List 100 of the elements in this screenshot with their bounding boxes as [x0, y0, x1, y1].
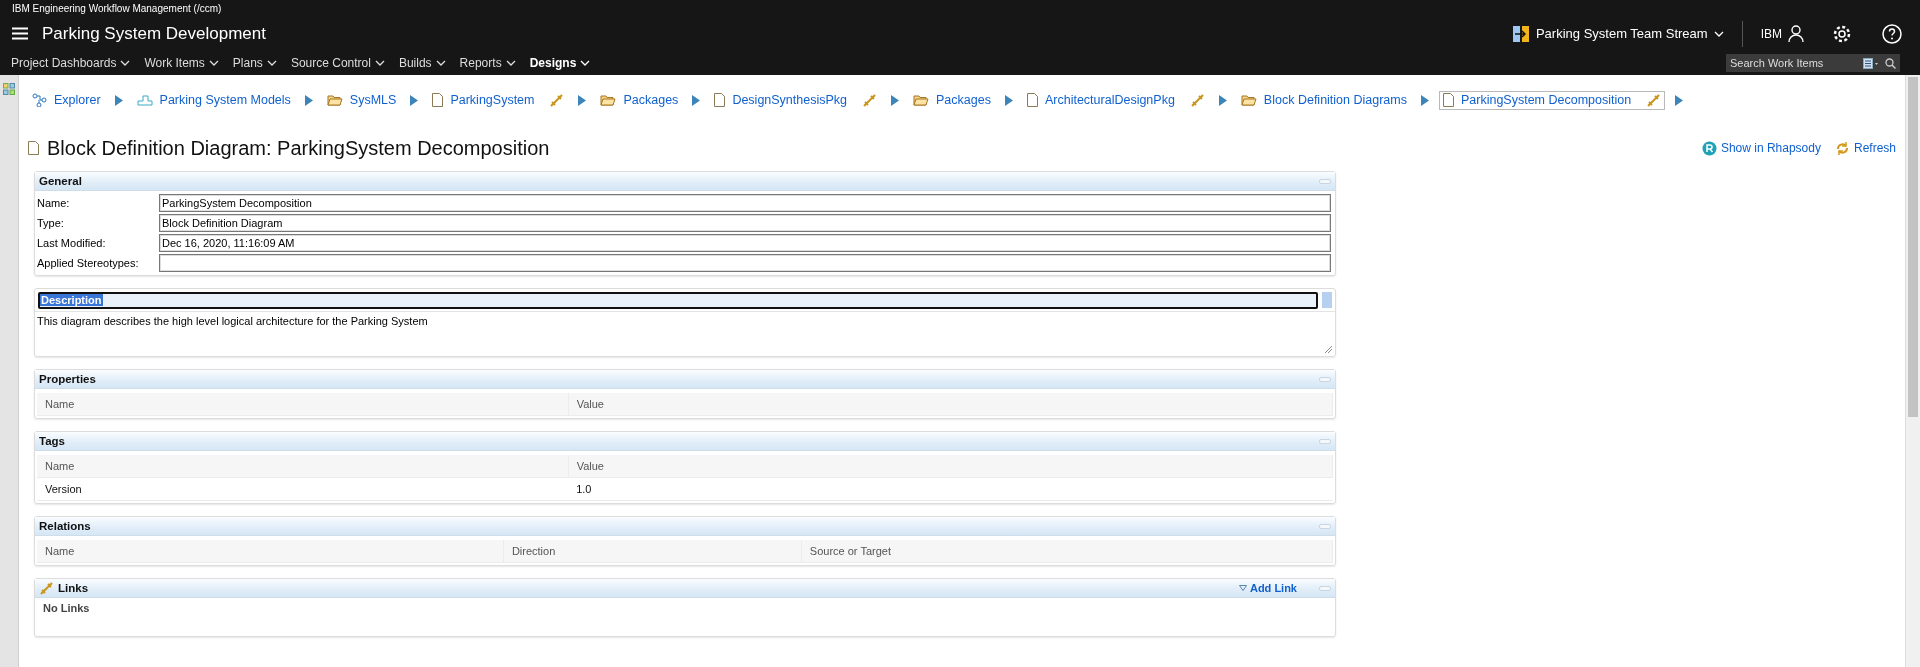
triangle-right-icon: [578, 94, 587, 106]
breadcrumb-link[interactable]: Explorer: [28, 91, 105, 109]
document-icon: [28, 141, 39, 155]
panel-title: Relations: [39, 520, 91, 532]
triangle-right-icon: [891, 94, 900, 106]
chevron-down-icon: [120, 60, 131, 67]
triangle-right-icon: [692, 94, 701, 106]
nav-menu[interactable]: Builds: [393, 56, 451, 71]
text-field[interactable]: [159, 254, 1331, 272]
column-header: Name: [37, 455, 569, 478]
breadcrumb-link[interactable]: ArchitecturalDesignPkg: [1022, 90, 1209, 110]
breadcrumb-link[interactable]: DesignSynthesisPkg: [710, 90, 882, 110]
resize-grip-icon[interactable]: [1325, 346, 1332, 353]
app-name: IBM Engineering Workflow Management (/ccm): [11, 2, 223, 16]
list-icon[interactable]: [1863, 57, 1879, 69]
panel-title: Links: [58, 582, 89, 594]
folder-icon: [913, 94, 930, 106]
add-link[interactable]: Add Link: [1238, 582, 1297, 594]
collapse-handle[interactable]: [1319, 585, 1331, 591]
grid-icon[interactable]: [3, 83, 15, 95]
breadcrumb-link[interactable]: Parking System Models: [132, 91, 295, 109]
chevron-down-icon: [208, 60, 219, 67]
column-header: Value: [568, 455, 1333, 478]
empty-message: No Links: [42, 601, 91, 616]
column-header: Source or Target: [801, 540, 1333, 563]
folder-icon: [600, 94, 617, 106]
description-text: This diagram describes the high level logical architecture for the Parking System: [37, 315, 428, 327]
user-name: IBM: [1760, 26, 1782, 41]
chevron-down-icon: [505, 60, 516, 67]
triangle-right-icon: [1004, 94, 1013, 106]
folder-icon: [326, 94, 343, 106]
nav-menu[interactable]: Project Dashboards: [6, 56, 136, 71]
panel-title: Tags: [39, 435, 65, 447]
document-icon: [714, 93, 726, 107]
page-title: Block Definition Diagram: ParkingSystem Decomposition: [47, 136, 550, 160]
document-icon: [1026, 93, 1038, 107]
settings-icon[interactable]: [1832, 23, 1852, 44]
triangle-right-icon: [410, 94, 419, 106]
panel-title: Properties: [39, 373, 96, 385]
chevron-down-icon: [1713, 30, 1724, 37]
nav-menu[interactable]: Designs: [524, 56, 596, 71]
nav-menu[interactable]: Work Items: [139, 56, 224, 71]
chevron-down-icon: [374, 60, 385, 67]
text-field[interactable]: ParkingSystem Decomposition: [159, 194, 1331, 212]
triangle-right-icon: [114, 94, 123, 106]
refresh-icon: [1834, 140, 1850, 156]
project-title: Parking System Development: [42, 23, 266, 44]
triangle-down-icon: [1238, 585, 1247, 591]
breadcrumb-link[interactable]: ParkingSystem: [428, 90, 569, 110]
triangle-right-icon: [1218, 94, 1227, 106]
text-field[interactable]: Dec 16, 2020, 11:16:09 AM: [159, 234, 1331, 252]
column-header: Name: [37, 393, 569, 416]
chevron-down-icon: [266, 60, 277, 67]
panel-title: General: [39, 175, 82, 187]
user-icon[interactable]: [1788, 24, 1804, 43]
search-box[interactable]: Search Work Items: [1726, 54, 1900, 73]
nav-menu[interactable]: Source Control: [285, 56, 390, 71]
collapse-handle[interactable]: [1319, 376, 1331, 382]
description-title[interactable]: Description: [38, 291, 1318, 309]
scrollbar[interactable]: [1905, 75, 1920, 667]
breadcrumb-link[interactable]: Packages: [596, 91, 683, 109]
search-icon[interactable]: [1885, 57, 1896, 69]
table-cell: 1.0: [568, 477, 1333, 501]
help-icon[interactable]: [1882, 23, 1902, 44]
nav-menu[interactable]: Reports: [454, 56, 521, 71]
field-label: Last Modified:: [37, 237, 107, 249]
breadcrumb-link[interactable]: SysMLS: [322, 91, 401, 109]
stream-selector[interactable]: Parking System Team Stream: [1511, 20, 1743, 47]
text-field[interactable]: Block Definition Diagram: [159, 214, 1331, 232]
r-logo-icon: [1701, 140, 1717, 156]
triangle-right-icon: [1675, 94, 1684, 106]
breadcrumb-link[interactable]: ParkingSystem Decomposition: [1438, 90, 1666, 110]
collapse-handle[interactable]: [1319, 438, 1331, 444]
field-label: Applied Stereotypes:: [37, 257, 140, 269]
chevron-down-icon: [580, 60, 591, 67]
triangle-right-icon: [1420, 94, 1429, 106]
breadcrumb-link[interactable]: Block Definition Diagrams: [1236, 91, 1411, 109]
column-header: Direction: [503, 540, 802, 563]
menu-icon[interactable]: [12, 27, 28, 41]
stream-icon: [1511, 24, 1530, 43]
table-cell: Version: [37, 477, 569, 501]
field-label: Type:: [37, 217, 65, 229]
collapse-handle[interactable]: [1319, 523, 1331, 529]
model-icon: [136, 94, 153, 106]
search-field[interactable]: Search Work Items: [1730, 57, 1857, 70]
triangle-right-icon: [304, 94, 313, 106]
document-icon: [432, 93, 444, 107]
link-icon: [39, 580, 54, 596]
scroll-handle[interactable]: [1322, 292, 1332, 308]
action-link[interactable]: Refresh: [1834, 140, 1896, 156]
folder-icon: [1240, 94, 1257, 106]
breadcrumb-link[interactable]: Packages: [909, 91, 995, 109]
chevron-down-icon: [435, 60, 446, 67]
column-header: Value: [568, 393, 1333, 416]
column-header: Name: [37, 540, 504, 563]
nav-menu[interactable]: Plans: [227, 56, 282, 71]
hierarchy-icon: [32, 93, 47, 107]
document-icon: [1442, 93, 1454, 107]
collapse-handle[interactable]: [1319, 178, 1331, 184]
action-link[interactable]: Show in Rhapsody: [1701, 140, 1821, 156]
